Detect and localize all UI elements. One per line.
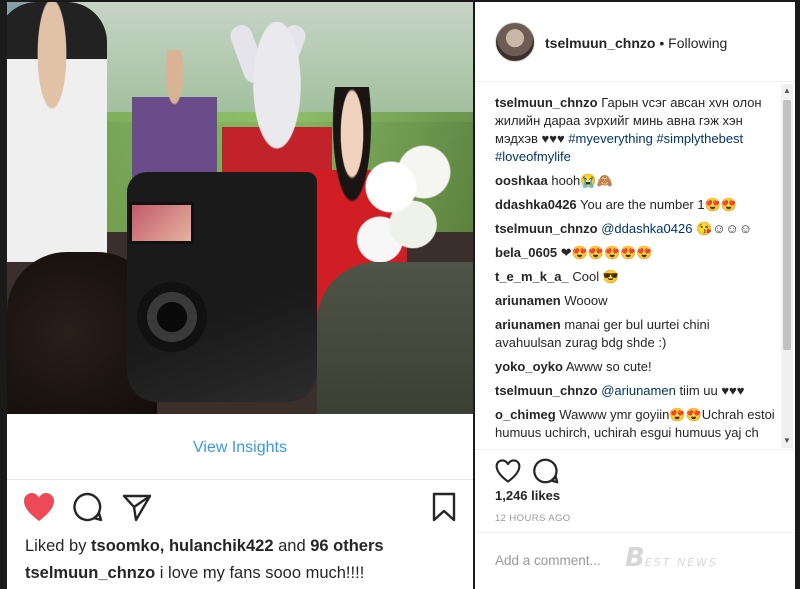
following-button[interactable]: Following xyxy=(668,35,727,51)
comment-text: Wooow xyxy=(560,293,608,308)
comment-item: tselmuun_chnzo @ariunamen tiim uu ♥♥♥ xyxy=(495,382,775,400)
add-comment-bar: Add a comment... BEST NEWS xyxy=(475,532,795,589)
comment-list[interactable]: tselmuun_chnzo Гарын vсэг авсан хvн олон… xyxy=(495,94,775,444)
comment-username[interactable]: tselmuun_chnzo xyxy=(495,221,598,236)
comment-item: bela_0605 ❤😍😍😍😍😍 xyxy=(495,244,775,262)
heart-filled-icon[interactable] xyxy=(22,490,56,524)
photo-camera-lens xyxy=(137,282,207,352)
panel-actions xyxy=(475,449,795,489)
post-photo xyxy=(7,2,473,414)
header-user-line: tselmuun_chnzo • Following xyxy=(545,35,727,51)
comments-panel: tselmuun_chnzo • Following tselmuun_chnz… xyxy=(475,2,795,589)
comment-username[interactable]: bela_0605 xyxy=(495,245,557,260)
comment-text: tiim uu ♥♥♥ xyxy=(675,383,745,398)
comment-item: t_e_m_k_a_ Cool 😎 xyxy=(495,268,775,286)
post-timestamp: 12 HOURS AGO xyxy=(495,513,571,524)
comment-item: o_chimeg Wawww ymr goyiin😍😍Uchrah estoi … xyxy=(495,406,775,444)
scroll-down-arrow-icon[interactable]: ▼ xyxy=(781,436,793,446)
avatar[interactable] xyxy=(495,22,535,62)
header-username[interactable]: tselmuun_chnzo xyxy=(545,35,655,51)
comment-username[interactable]: ooshkaa xyxy=(495,173,548,188)
comment-username[interactable]: ariunamen xyxy=(495,317,561,332)
heart-outline-icon[interactable] xyxy=(495,458,521,484)
comment-item: ariunamen Wooow xyxy=(495,292,775,310)
liked-by-others[interactable]: 96 others xyxy=(310,537,383,555)
likes-count[interactable]: 1,246 likes xyxy=(495,488,560,503)
comment-username[interactable]: tselmuun_chnzo xyxy=(495,95,598,110)
comment-username[interactable]: ddashka0426 xyxy=(495,197,577,212)
paper-plane-icon[interactable] xyxy=(120,490,154,524)
liked-by-users[interactable]: tsoomko, hulanchik422 xyxy=(91,537,273,555)
insights-bar: View Insights xyxy=(7,414,473,480)
comment-item: tselmuun_chnzo Гарын vсэг авсан хvн олон… xyxy=(495,94,775,166)
comment-text: You are the number 1😍😍 xyxy=(576,197,737,212)
comment-username[interactable]: ariunamen xyxy=(495,293,561,308)
watermark-logo-letter: B xyxy=(625,543,645,573)
comment-item: ariunamen manai ger bul uurtei chini ava… xyxy=(495,316,775,352)
photo-person-right xyxy=(317,262,473,414)
comment-item: ooshkaa hooh😭🙈 xyxy=(495,172,775,190)
comment-bubble-icon[interactable] xyxy=(533,458,559,484)
liked-by-line: Liked by tsoomko, hulanchik422 and 96 ot… xyxy=(7,537,473,556)
watermark-logo: BEST NEWS xyxy=(625,543,718,573)
bookmark-icon[interactable] xyxy=(427,490,461,524)
post-caption: tselmuun_chnzo i love my fans sooo much!… xyxy=(7,564,473,583)
comment-username[interactable]: o_chimeg xyxy=(495,407,556,422)
scroll-up-arrow-icon[interactable]: ▲ xyxy=(781,86,793,96)
comment-item: yoko_oyko Awww so cute! xyxy=(495,358,775,376)
post-screenshot-panel: View Insights Liked by tsoomko, hulanchi… xyxy=(7,2,473,589)
liked-by-prefix: Liked by xyxy=(25,537,92,555)
comment-username[interactable]: yoko_oyko xyxy=(495,359,563,374)
comment-bubble-icon[interactable] xyxy=(71,490,105,524)
comment-item: ddashka0426 You are the number 1😍😍 xyxy=(495,196,775,214)
header-separator: • xyxy=(655,35,669,51)
view-insights-link[interactable]: View Insights xyxy=(193,439,287,457)
add-comment-input[interactable]: Add a comment... xyxy=(495,553,601,568)
scrollbar-thumb[interactable] xyxy=(783,100,791,350)
watermark-text: EST NEWS xyxy=(644,556,719,569)
liked-by-and: and xyxy=(273,537,311,555)
comment-mention[interactable]: @ddashka0426 xyxy=(598,221,692,236)
comment-text: Cool 😎 xyxy=(568,269,619,284)
comment-username[interactable]: tselmuun_chnzo xyxy=(495,383,598,398)
comment-text: hooh😭🙈 xyxy=(547,173,613,188)
comment-text: Awww so cute! xyxy=(562,359,652,374)
post-actions xyxy=(7,480,473,532)
caption-username[interactable]: tselmuun_chnzo xyxy=(25,564,155,582)
comment-item: tselmuun_chnzo @ddashka0426 😘☺☺☺ xyxy=(495,220,775,238)
comment-text: 😘☺☺☺ xyxy=(692,221,753,236)
photo-camera-screen xyxy=(129,202,194,244)
post-header: tselmuun_chnzo • Following xyxy=(475,2,795,82)
comment-mention[interactable]: @ariunamen xyxy=(598,383,676,398)
comment-username[interactable]: t_e_m_k_a_ xyxy=(495,269,569,284)
caption-text: i love my fans sooo much!!!! xyxy=(155,564,365,582)
comment-text: ❤😍😍😍😍😍 xyxy=(557,245,653,260)
photo-person-left xyxy=(7,2,107,262)
comment-scrollbar[interactable]: ▲ ▼ xyxy=(781,84,793,448)
